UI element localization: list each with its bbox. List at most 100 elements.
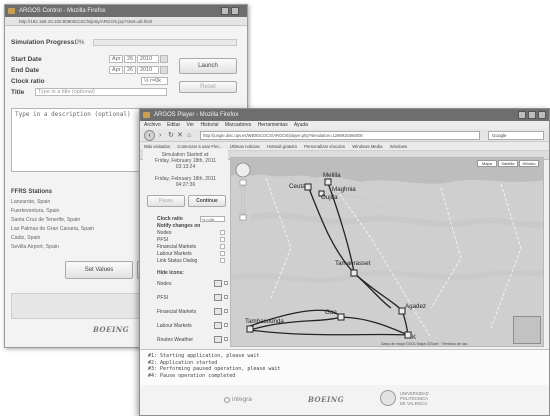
forward-arrow-icon[interactable]: › xyxy=(159,131,161,140)
end-month-select[interactable]: Apr xyxy=(109,66,123,74)
icon-item-label: PFSI xyxy=(157,295,169,301)
menu-item[interactable]: Editar xyxy=(167,122,180,128)
start-day-select[interactable]: 26 xyxy=(124,55,136,63)
notify-link-status-checkbox[interactable] xyxy=(220,258,225,263)
map-canvas[interactable]: Ceuta Melilla Oujda Maghnia Tamanrasset … xyxy=(231,158,544,347)
integra-logo-icon xyxy=(224,397,230,403)
notify-financial-checkbox[interactable] xyxy=(220,244,225,249)
zoom-slider[interactable] xyxy=(241,185,245,215)
console-line: #4: Pause operation completed xyxy=(148,372,236,379)
back-window-url[interactable]: http://192.168.10.102:8080/ECSCfs/jetty/… xyxy=(5,17,247,26)
menu-item[interactable]: Ayuda xyxy=(294,122,308,128)
city-label: Agadez xyxy=(405,303,426,310)
hybrid-type-button[interactable]: Híbrido xyxy=(519,160,539,167)
city-label: Tambacounda xyxy=(245,318,284,325)
university-name: UNIVERSIDAD POLITECNICA DE VALENCIA xyxy=(400,391,429,406)
icon-item-label: Routes Weather xyxy=(157,337,194,343)
bookmark-item[interactable]: Windows xyxy=(390,144,407,149)
home-icon[interactable]: ⌂ xyxy=(187,131,191,140)
hide-labour-checkbox[interactable] xyxy=(224,323,228,327)
start-year-select[interactable]: 2010 xyxy=(137,55,159,63)
continue-button[interactable]: Continue xyxy=(188,195,226,207)
node-melilla[interactable] xyxy=(324,178,332,186)
bookmark-item[interactable]: Hotmail gratuito xyxy=(267,144,297,149)
icon-item-label: Financial Markets xyxy=(157,309,197,315)
back-window-titlebar: ARGOS Control - Mozilla Firefox xyxy=(5,5,247,17)
end-year-select[interactable]: 2010 xyxy=(137,66,159,74)
notify-pfsi-checkbox[interactable] xyxy=(220,237,225,242)
page-footer: integra BOEING UNIVERSIDAD POLITECNICA D… xyxy=(140,385,549,415)
pfsi-icon xyxy=(214,294,222,301)
node-gao[interactable] xyxy=(337,313,345,321)
bookmark-item[interactable]: Últimas noticias xyxy=(230,144,260,149)
integra-logo: integra xyxy=(232,396,252,403)
start-date-label: Start Date xyxy=(11,56,42,63)
close-button[interactable] xyxy=(231,7,239,15)
university-line: DE VALENCIA xyxy=(400,401,428,406)
map-type-button[interactable]: Mapa xyxy=(477,160,497,167)
minimize-button[interactable] xyxy=(221,7,229,15)
financial-market-icon xyxy=(214,308,222,315)
clock-ratio-select[interactable]: ½ r=0k xyxy=(141,77,168,85)
notify-item-label: PFSI xyxy=(157,237,169,243)
node-tambacounda[interactable] xyxy=(246,325,254,333)
list-item[interactable]: Cadiz, Spain xyxy=(11,234,94,243)
progress-value: 0% xyxy=(75,39,85,46)
address-bar[interactable]: http://jungle.dsic.upv.es/WEBSCOCS/ARGOS… xyxy=(200,131,480,140)
node-ceuta[interactable] xyxy=(304,183,312,191)
zoom-in-icon[interactable] xyxy=(239,179,247,186)
menu-item[interactable]: Historial xyxy=(200,122,218,128)
list-item[interactable]: Fuerteventura, Spain xyxy=(11,207,94,216)
city-label: Tamanrasset xyxy=(335,260,371,267)
end-day-select[interactable]: 26 xyxy=(124,66,136,74)
close-button[interactable] xyxy=(538,111,546,119)
menu-bar: Archivo Editar Ver Historial Marcadores … xyxy=(140,121,549,129)
list-item[interactable]: Lanzarote, Spain xyxy=(11,198,94,207)
zoom-out-icon[interactable] xyxy=(239,214,247,221)
list-item[interactable]: Las Palmas de Gran Canaria, Spain xyxy=(11,225,94,234)
search-input[interactable]: Google xyxy=(488,131,544,140)
stop-icon[interactable]: ✕ xyxy=(177,131,183,140)
hide-weather-checkbox[interactable] xyxy=(224,337,228,341)
notify-nodes-checkbox[interactable] xyxy=(220,230,225,235)
hide-nodes-checkbox[interactable] xyxy=(224,281,228,285)
console-log: #1: Starting application, please wait #2… xyxy=(140,349,549,385)
university-seal-icon xyxy=(380,390,396,406)
reload-icon[interactable]: ↻ xyxy=(168,131,174,140)
list-item[interactable]: Sevilla Airport, Spain xyxy=(11,243,94,252)
menu-item[interactable]: Marcadores xyxy=(225,122,251,128)
list-item[interactable]: Santa Cruz de Tenerife, Spain xyxy=(11,216,94,225)
minimize-button[interactable] xyxy=(518,111,526,119)
map-copyright: Datos de mapa ©2011 Mapa GISrael · Térmi… xyxy=(381,342,468,346)
bookmark-item[interactable]: Windows Media xyxy=(352,144,382,149)
navigation-bar: ‹ › ↻ ✕ ⌂ http://jungle.dsic.upv.es/WEBS… xyxy=(140,129,549,142)
back-arrow-icon[interactable]: ‹ xyxy=(144,130,155,141)
node-k[interactable] xyxy=(404,331,412,339)
clock-ratio-select[interactable]: ½ r=0k xyxy=(200,216,225,222)
overview-minimap[interactable] xyxy=(513,316,541,344)
set-values-button[interactable]: Set Values xyxy=(65,261,133,279)
hide-financial-checkbox[interactable] xyxy=(224,309,228,313)
hide-pfsi-checkbox[interactable] xyxy=(224,295,228,299)
menu-item[interactable]: Ver xyxy=(187,122,195,128)
bookmark-item[interactable]: Personalizar vínculos xyxy=(304,144,345,149)
reset-button[interactable]: Reset xyxy=(179,81,237,93)
city-label: Maghnia xyxy=(332,186,356,193)
boeing-logo: BOEING xyxy=(308,395,345,404)
start-month-select[interactable]: Apr xyxy=(109,55,123,63)
maximize-button[interactable] xyxy=(528,111,536,119)
title-input[interactable]: Type in a title (optional) xyxy=(35,88,167,96)
satellite-type-button[interactable]: Satélite xyxy=(498,160,518,167)
progress-label: Simulation Progress: xyxy=(11,39,77,46)
calendar-icon[interactable] xyxy=(160,66,168,74)
calendar-icon[interactable] xyxy=(160,55,168,63)
launch-button[interactable]: Launch xyxy=(179,58,237,74)
pause-button[interactable]: Pause xyxy=(147,195,185,207)
weather-icon xyxy=(214,336,222,343)
menu-item[interactable]: Herramientas xyxy=(258,122,288,128)
route-map[interactable]: Ceuta Melilla Oujda Maghnia Tamanrasset … xyxy=(230,157,544,347)
menu-item[interactable]: Archivo xyxy=(144,122,161,128)
pan-control-icon[interactable] xyxy=(235,162,251,178)
node-tamanrasset[interactable] xyxy=(350,269,358,277)
notify-labour-checkbox[interactable] xyxy=(220,251,225,256)
